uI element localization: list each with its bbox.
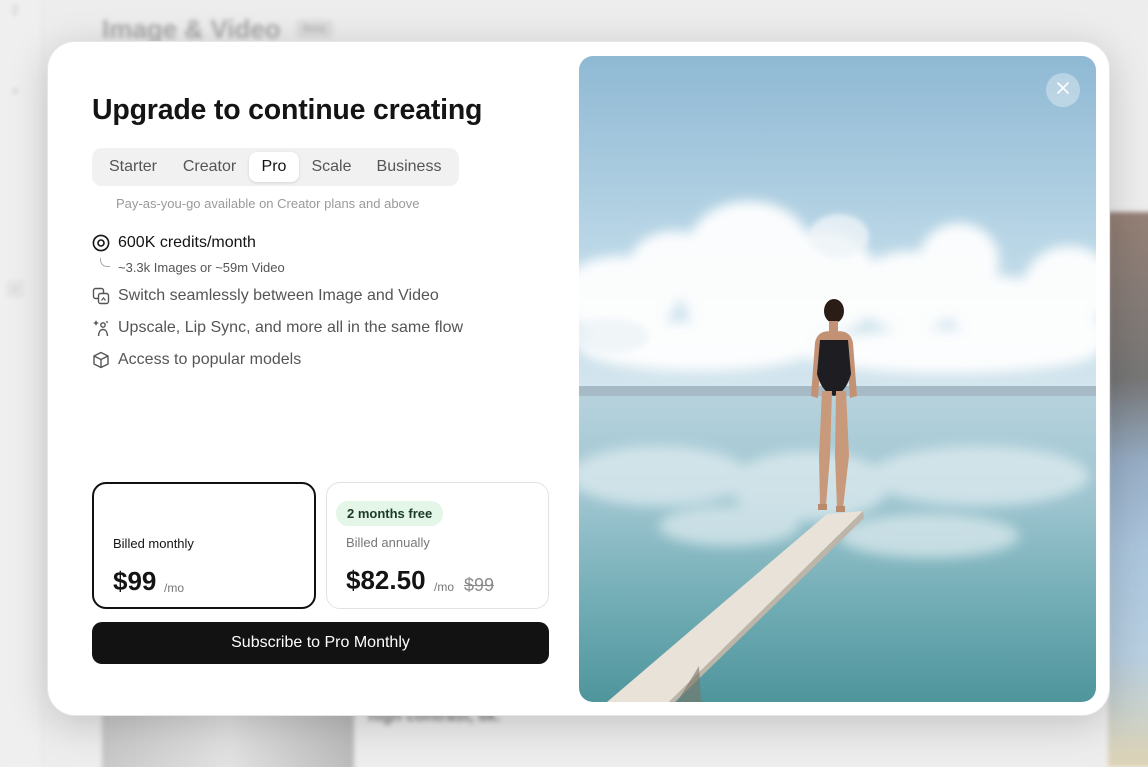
feature-models: Access to popular models <box>92 351 301 369</box>
upscale-label: Upscale, Lip Sync, and more all in the s… <box>118 319 464 336</box>
payg-note: Pay-as-you-go available on Creator plans… <box>116 196 420 211</box>
plan-tabs: Starter Creator Pro Scale Business <box>92 148 459 186</box>
annual-billed-label: Billed annually <box>346 535 430 550</box>
monthly-price: $99 <box>113 566 157 596</box>
credits-label: 600K credits/month <box>118 234 256 251</box>
sparkle-person-icon <box>92 319 110 337</box>
models-label: Access to popular models <box>118 351 302 368</box>
plan-monthly-card[interactable]: Billed monthly $99 /mo <box>92 482 316 609</box>
subscribe-button[interactable]: Subscribe to Pro Monthly <box>92 622 549 664</box>
annual-per: /mo <box>434 580 455 594</box>
credits-equivalent: ~3.3k Images or ~59m Video <box>118 260 285 275</box>
close-icon <box>1056 81 1070 100</box>
switch-label: Switch seamlessly between Image and Vide… <box>118 287 439 304</box>
upgrade-modal: Upgrade to continue creating Starter Cre… <box>47 41 1110 716</box>
coin-icon <box>92 234 110 252</box>
modal-title: Upgrade to continue creating <box>92 94 483 126</box>
tab-pro[interactable]: Pro <box>249 152 299 182</box>
close-button[interactable] <box>1046 73 1080 107</box>
tab-scale[interactable]: Scale <box>303 152 360 182</box>
free-months-badge: 2 months free <box>336 501 444 526</box>
tab-business[interactable]: Business <box>364 152 454 182</box>
annual-original-price: $99 <box>464 575 495 595</box>
cube-icon <box>92 351 110 369</box>
plan-annual-card[interactable]: 2 months free Billed annually $82.50 /mo… <box>326 482 549 609</box>
feature-switch: Switch seamlessly between Image and Vide… <box>92 287 439 305</box>
tab-creator[interactable]: Creator <box>173 152 246 182</box>
tab-starter[interactable]: Starter <box>97 152 169 182</box>
monthly-per: /mo <box>164 581 185 595</box>
feature-upscale: Upscale, Lip Sync, and more all in the s… <box>92 319 463 337</box>
media-switch-icon <box>92 287 110 305</box>
monthly-billed-label: Billed monthly <box>113 536 194 551</box>
annual-price: $82.50 <box>346 565 426 595</box>
sub-connector <box>100 258 110 267</box>
hero-image <box>579 56 1096 702</box>
feature-credits: 600K credits/month <box>92 234 256 252</box>
